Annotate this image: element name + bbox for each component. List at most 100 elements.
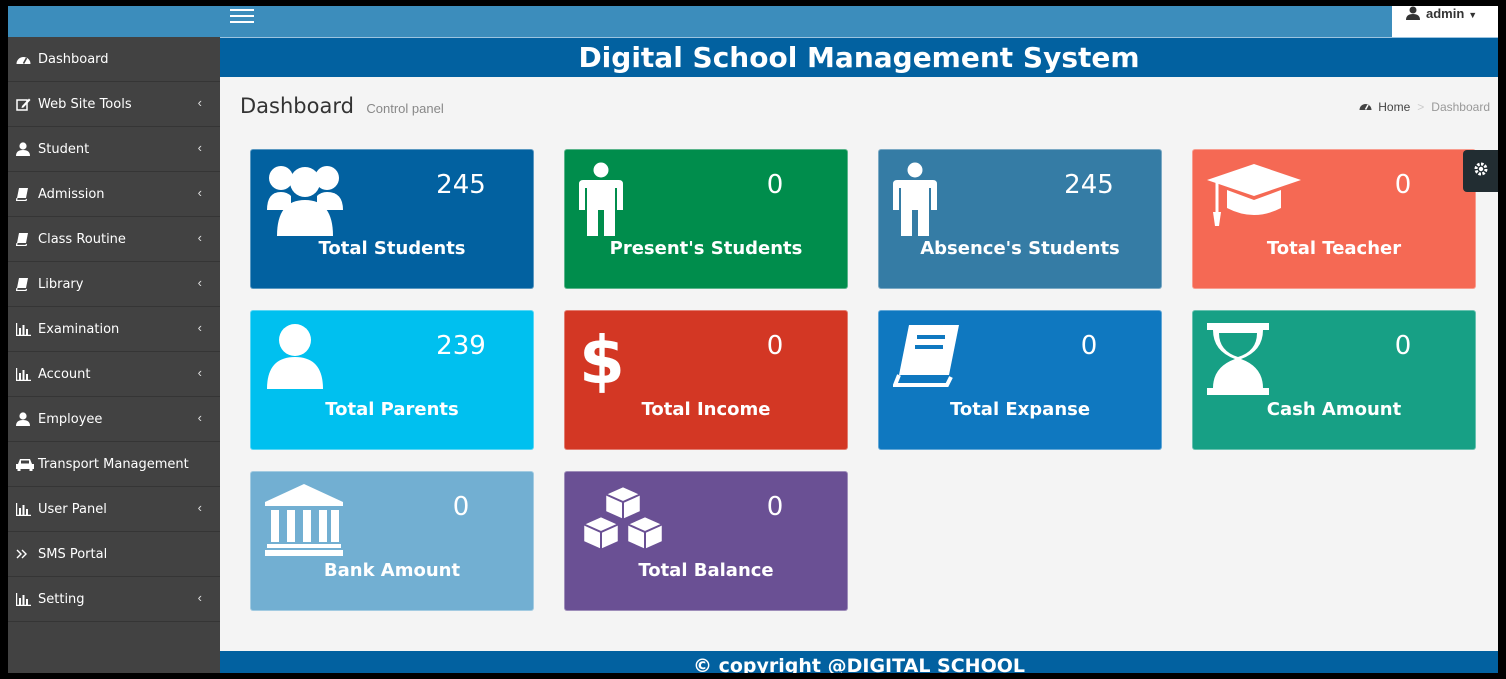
chevron-left-icon: ‹ <box>197 185 202 200</box>
sidebar-item-label: User Panel <box>38 501 107 517</box>
sidebar-item-label: Class Routine <box>38 231 126 247</box>
edit-icon <box>16 97 38 111</box>
caret-down-icon: ▼ <box>1468 10 1478 20</box>
chevron-left-icon: ‹ <box>197 230 202 245</box>
stat-value: 239 <box>436 331 486 361</box>
stat-card-total-expanse[interactable]: 0 Total Expanse <box>878 310 1162 450</box>
bar-chart-icon <box>16 502 38 516</box>
sidebar-item-user-panel[interactable]: User Panel ‹ <box>8 487 220 532</box>
chevron-left-icon: ‹ <box>197 320 202 335</box>
chevron-left-icon: ‹ <box>197 410 202 425</box>
sidebar-item-label: Library <box>38 276 84 292</box>
top-navbar: admin ▼ <box>220 6 1498 37</box>
book-icon <box>892 323 973 403</box>
sidebar-item-employee[interactable]: Employee ‹ <box>8 397 220 442</box>
footer: © copyright @DIGITAL SCHOOL <box>220 651 1498 673</box>
bar-chart-icon <box>16 592 38 606</box>
stat-label: Total Expanse <box>949 399 1091 420</box>
user-icon <box>1406 6 1420 23</box>
stat-value: 0 <box>1394 170 1412 200</box>
stat-card-total-balance[interactable]: 0 Total Balance <box>564 471 848 611</box>
stat-label: Total Balance <box>638 560 774 581</box>
stat-card-total-teacher[interactable]: 0 Total Teacher <box>1192 149 1476 289</box>
sidebar-item-transport-management[interactable]: Transport Management <box>8 442 220 487</box>
sidebar-item-setting[interactable]: Setting ‹ <box>8 577 220 622</box>
stat-label: Present's Students <box>609 238 803 259</box>
page-subtitle: Control panel <box>366 101 444 116</box>
breadcrumb-separator: > <box>1417 100 1425 114</box>
gear-icon <box>1473 161 1489 182</box>
stat-value: 0 <box>1394 331 1412 361</box>
sidebar-item-student[interactable]: Student ‹ <box>8 127 220 172</box>
menu-toggle-icon[interactable] <box>230 9 254 23</box>
car-icon <box>16 458 38 471</box>
stat-label: Cash Amount <box>1266 399 1402 420</box>
stat-value: 0 <box>766 170 784 200</box>
stat-label: Bank Amount <box>323 560 461 581</box>
bar-chart-icon <box>16 367 38 381</box>
sidebar-item-label: Admission <box>38 186 105 202</box>
app-window: Dashboard Web Site Tools ‹ Student ‹ Admissio… <box>8 6 1498 673</box>
chevron-left-icon: ‹ <box>197 365 202 380</box>
stat-card-present-s-students[interactable]: 0 Present's Students <box>564 149 848 289</box>
sidebar-item-label: Setting <box>38 591 85 607</box>
chevron-left-icon: ‹ <box>197 140 202 155</box>
sidebar-item-library[interactable]: Library ‹ <box>8 262 220 307</box>
sidebar-item-sms-portal[interactable]: SMS Portal <box>8 532 220 577</box>
bar-chart-icon <box>16 322 38 336</box>
stat-label: Total Income <box>641 399 771 420</box>
male-figure-icon <box>579 162 659 242</box>
user-menu[interactable]: admin ▼ <box>1392 6 1498 37</box>
breadcrumb-home-link[interactable]: Home <box>1378 100 1410 114</box>
site-banner: Digital School Management System <box>220 37 1498 77</box>
svg-text:$: $ <box>579 323 625 395</box>
stat-card-absence-s-students[interactable]: 245 Absence's Students <box>878 149 1162 289</box>
stat-card-cash-amount[interactable]: 0 Cash Amount <box>1192 310 1476 450</box>
page-title: Dashboard <box>240 94 354 118</box>
sidebar-item-label: Dashboard <box>38 51 109 67</box>
book-icon <box>16 232 38 246</box>
book-icon <box>16 187 38 201</box>
double-chevron-icon <box>16 549 38 559</box>
hourglass-icon <box>1207 323 1287 403</box>
sidebar-item-examination[interactable]: Examination ‹ <box>8 307 220 352</box>
stat-card-total-income[interactable]: $0 Total Income <box>564 310 848 450</box>
content-header: Dashboard Control panel Home > Dashboard <box>240 94 1490 120</box>
settings-toggle[interactable] <box>1463 150 1498 192</box>
stat-value: 0 <box>1080 331 1098 361</box>
chevron-left-icon: ‹ <box>197 95 202 110</box>
sidebar-item-class-routine[interactable]: Class Routine ‹ <box>8 217 220 262</box>
stat-label: Total Students <box>318 238 466 259</box>
chevron-left-icon: ‹ <box>197 275 202 290</box>
user-icon <box>16 142 38 156</box>
stat-card-bank-amount[interactable]: 0 Bank Amount <box>250 471 534 611</box>
stat-card-total-students[interactable]: 245 Total Students <box>250 149 534 289</box>
sidebar-item-web-site-tools[interactable]: Web Site Tools ‹ <box>8 82 220 127</box>
chevron-left-icon: ‹ <box>197 500 202 515</box>
sidebar-item-label: Transport Management <box>38 456 189 472</box>
bank-icon <box>265 484 345 564</box>
chevron-left-icon: ‹ <box>197 590 202 605</box>
sidebar-item-account[interactable]: Account ‹ <box>8 352 220 397</box>
users-group-icon <box>265 162 345 242</box>
logo-area <box>8 6 220 37</box>
sidebar-item-label: Examination <box>38 321 120 337</box>
breadcrumb-current: Dashboard <box>1431 100 1490 114</box>
sidebar-menu: Dashboard Web Site Tools ‹ Student ‹ Admissio… <box>8 37 220 622</box>
sidebar-item-label: Employee <box>38 411 103 427</box>
stat-card-total-parents[interactable]: 239 Total Parents <box>250 310 534 450</box>
sidebar-item-admission[interactable]: Admission ‹ <box>8 172 220 217</box>
dollar-icon: $ <box>579 322 659 403</box>
sidebar-item-label: SMS Portal <box>38 546 108 562</box>
sidebar-item-label: Student <box>38 141 90 157</box>
stat-value: 245 <box>436 170 486 200</box>
dashboard-icon <box>1359 100 1372 114</box>
sidebar-item-dashboard[interactable]: Dashboard <box>8 37 220 82</box>
graduation-cap-icon <box>1207 162 1301 242</box>
user-name: admin <box>1426 6 1465 21</box>
breadcrumb: Home > Dashboard <box>1359 100 1490 114</box>
stat-label: Absence's Students <box>920 238 1120 259</box>
sidebar: Dashboard Web Site Tools ‹ Student ‹ Admissio… <box>8 6 220 673</box>
male-figure-icon <box>893 162 973 242</box>
stat-value: 245 <box>1064 170 1114 200</box>
